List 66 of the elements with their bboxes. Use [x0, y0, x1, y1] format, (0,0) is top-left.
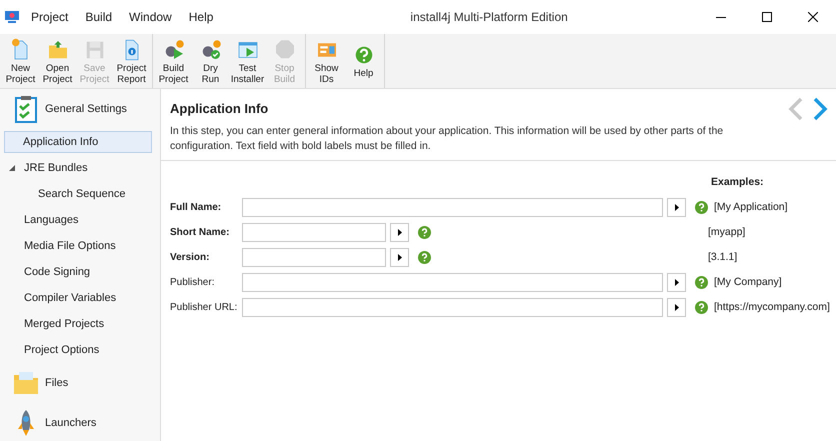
- folder-icon: [13, 371, 39, 395]
- window-title: install4j Multi-Platform Edition: [410, 9, 568, 26]
- example-text: [My Application]: [714, 200, 788, 215]
- clipboard-check-icon: [14, 95, 38, 123]
- section-header[interactable]: Launchers: [45, 414, 96, 432]
- sidebar-item[interactable]: Compiler Variables: [22, 287, 118, 309]
- examples-heading: Examples:: [711, 175, 764, 190]
- description-text: In this step, you can enter general information about your application. This information will be used by other parts of the configuration. Text field with bold labels must be filled in.: [170, 124, 724, 154]
- example-text: [myapp]: [708, 224, 746, 240]
- text-field[interactable]: [242, 198, 663, 217]
- sidebar-item[interactable]: Media File Options: [22, 235, 118, 257]
- help-icon[interactable]: [695, 301, 708, 314]
- expand-arrow-icon[interactable]: [8, 164, 16, 172]
- toolbar-button[interactable]: Dry Run: [192, 34, 229, 88]
- insert-variable-button[interactable]: [667, 298, 686, 317]
- play-arrow-icon: [674, 279, 678, 286]
- sidebar-item[interactable]: Languages: [22, 209, 80, 231]
- menu-item[interactable]: Project: [31, 8, 68, 26]
- toolbar-button[interactable]: Help: [345, 34, 382, 88]
- text-field[interactable]: [242, 273, 663, 292]
- sidebar-item[interactable]: Merged Projects: [22, 313, 106, 335]
- help-icon[interactable]: [695, 201, 708, 214]
- page-title: Application Info: [170, 100, 268, 118]
- menu-item[interactable]: Window: [129, 8, 172, 26]
- play-arrow-icon: [674, 204, 678, 211]
- field-label: Short Name:: [170, 226, 230, 240]
- help-icon[interactable]: [695, 276, 708, 289]
- toolbar-button[interactable]: Show IDs: [308, 34, 345, 88]
- menu-item[interactable]: Help: [188, 8, 214, 26]
- field-label: Publisher:: [170, 276, 216, 290]
- toolbar-button[interactable]: Test Installer: [229, 34, 266, 88]
- sidebar-item[interactable]: Code Signing: [22, 261, 92, 283]
- text-field[interactable]: [242, 223, 386, 242]
- insert-variable-button[interactable]: [667, 273, 686, 292]
- section-header[interactable]: General Settings: [45, 100, 127, 118]
- maximize-icon: [762, 12, 772, 22]
- help-icon[interactable]: [418, 226, 431, 239]
- field-label: Full Name:: [170, 201, 222, 215]
- example-text: [3.1.1]: [708, 250, 738, 265]
- example-text: [https://mycompany.com]: [714, 300, 830, 315]
- play-arrow-icon: [398, 229, 402, 236]
- sidebar-item[interactable]: Project Options: [22, 339, 102, 361]
- sidebar-item[interactable]: Search Sequence: [36, 183, 128, 205]
- sidebar-item[interactable]: JRE Bundles: [22, 157, 90, 179]
- menu-item[interactable]: Build: [85, 8, 112, 26]
- field-label: Publisher URL:: [170, 301, 238, 315]
- play-arrow-icon: [674, 304, 678, 311]
- toolbar-button[interactable]: Project Report: [113, 34, 150, 88]
- insert-variable-button[interactable]: [667, 198, 686, 217]
- insert-variable-button[interactable]: [390, 248, 409, 267]
- minimize-icon: [716, 16, 726, 18]
- toolbar-button[interactable]: Open Project: [39, 34, 76, 88]
- play-arrow-icon: [398, 254, 402, 261]
- example-text: [My Company]: [714, 274, 782, 290]
- toolbar-button[interactable]: New Project: [2, 34, 39, 88]
- help-icon[interactable]: [418, 251, 431, 264]
- section-header[interactable]: Files: [45, 374, 68, 392]
- rocket-icon: [16, 409, 36, 437]
- text-field[interactable]: [242, 298, 663, 317]
- sidebar-item[interactable]: Application Info: [4, 131, 152, 153]
- app-icon: [5, 11, 19, 23]
- close-icon: [808, 12, 818, 22]
- text-field[interactable]: [242, 248, 386, 267]
- field-label: Version:: [170, 251, 210, 265]
- insert-variable-button[interactable]: [390, 223, 409, 242]
- toolbar-button[interactable]: Build Project: [155, 34, 192, 88]
